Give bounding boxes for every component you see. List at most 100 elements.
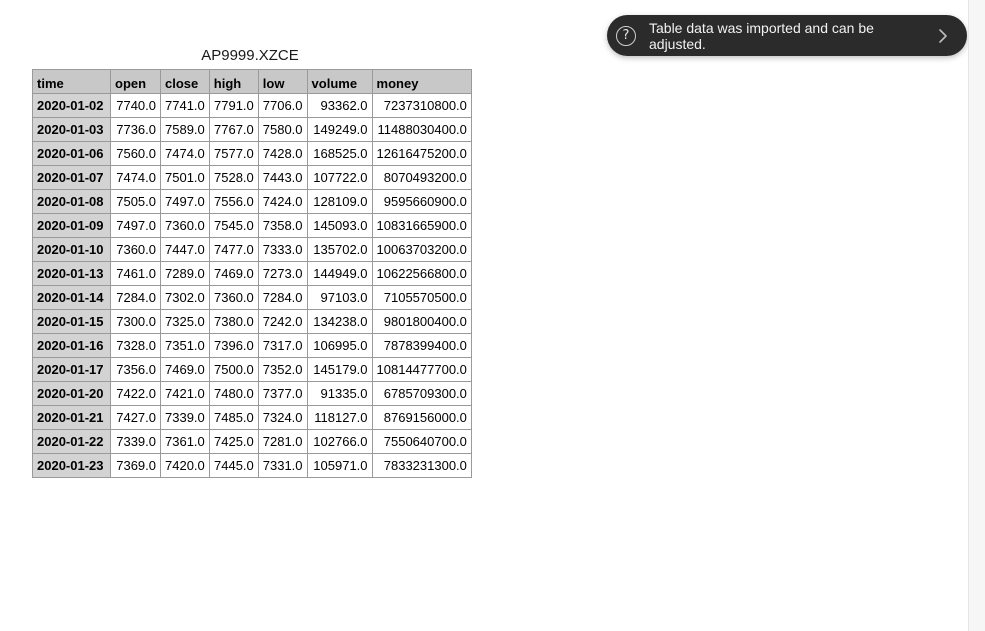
row-index-cell[interactable]: 2020-01-17: [32, 357, 111, 382]
table-cell-money[interactable]: 9801800400.0: [371, 309, 472, 334]
table-cell-low[interactable]: 7428.0: [257, 141, 308, 166]
table-cell-open[interactable]: 7360.0: [110, 237, 161, 262]
table-cell-close[interactable]: 7351.0: [160, 333, 210, 358]
table-cell-open[interactable]: 7736.0: [110, 117, 161, 142]
table-cell-close[interactable]: 7325.0: [160, 309, 210, 334]
table-cell-high[interactable]: 7528.0: [208, 165, 259, 190]
row-index-cell[interactable]: 2020-01-02: [32, 93, 111, 118]
table-cell-low[interactable]: 7580.0: [257, 117, 308, 142]
table-cell-close[interactable]: 7339.0: [160, 405, 210, 430]
table-cell-close[interactable]: 7741.0: [160, 93, 210, 118]
row-index-cell[interactable]: 2020-01-06: [32, 141, 111, 166]
table-cell-low[interactable]: 7424.0: [257, 189, 308, 214]
table-cell-open[interactable]: 7300.0: [110, 309, 161, 334]
table-cell-close[interactable]: 7447.0: [160, 237, 210, 262]
table-cell-close[interactable]: 7302.0: [160, 285, 210, 310]
table-cell-high[interactable]: 7396.0: [208, 333, 259, 358]
table-cell-high[interactable]: 7425.0: [208, 429, 259, 454]
table-cell-open[interactable]: 7474.0: [110, 165, 161, 190]
table-cell-low[interactable]: 7317.0: [257, 333, 308, 358]
column-header-open[interactable]: open: [110, 69, 161, 94]
row-index-cell[interactable]: 2020-01-21: [32, 405, 111, 430]
table-cell-low[interactable]: 7273.0: [257, 261, 308, 286]
table-cell-high[interactable]: 7480.0: [208, 381, 259, 406]
table-cell-close[interactable]: 7361.0: [160, 429, 210, 454]
table-cell-open[interactable]: 7461.0: [110, 261, 161, 286]
question-circle-icon[interactable]: ?: [616, 25, 636, 46]
table-cell-close[interactable]: 7289.0: [160, 261, 210, 286]
table-cell-high[interactable]: 7500.0: [208, 357, 259, 382]
row-index-cell[interactable]: 2020-01-14: [32, 285, 111, 310]
table-cell-volume[interactable]: 135702.0: [306, 237, 373, 262]
table-cell-low[interactable]: 7284.0: [257, 285, 308, 310]
table-cell-money[interactable]: 6785709300.0: [371, 381, 472, 406]
table-cell-low[interactable]: 7242.0: [257, 309, 308, 334]
table-cell-volume[interactable]: 106995.0: [306, 333, 373, 358]
row-index-cell[interactable]: 2020-01-09: [32, 213, 111, 238]
row-index-cell[interactable]: 2020-01-16: [32, 333, 111, 358]
table-cell-money[interactable]: 7550640700.0: [371, 429, 472, 454]
table-cell-open[interactable]: 7422.0: [110, 381, 161, 406]
table-cell-close[interactable]: 7589.0: [160, 117, 210, 142]
table-cell-money[interactable]: 7237310800.0: [371, 93, 472, 118]
table-cell-high[interactable]: 7556.0: [208, 189, 259, 214]
table-cell-open[interactable]: 7560.0: [110, 141, 161, 166]
row-index-cell[interactable]: 2020-01-03: [32, 117, 111, 142]
table-cell-close[interactable]: 7360.0: [160, 213, 210, 238]
table-cell-volume[interactable]: 118127.0: [306, 405, 373, 430]
table-cell-low[interactable]: 7358.0: [257, 213, 308, 238]
table-cell-money[interactable]: 10831665900.0: [371, 213, 472, 238]
table-cell-money[interactable]: 10622566800.0: [371, 261, 472, 286]
table-cell-close[interactable]: 7501.0: [160, 165, 210, 190]
table-cell-close[interactable]: 7420.0: [160, 453, 210, 478]
column-header-money[interactable]: money: [371, 69, 472, 94]
table-cell-open[interactable]: 7427.0: [110, 405, 161, 430]
table-cell-low[interactable]: 7706.0: [257, 93, 308, 118]
table-cell-money[interactable]: 11488030400.0: [371, 117, 472, 142]
table-cell-money[interactable]: 10063703200.0: [371, 237, 472, 262]
row-index-cell[interactable]: 2020-01-13: [32, 261, 111, 286]
table-cell-open[interactable]: 7369.0: [110, 453, 161, 478]
table-cell-money[interactable]: 9595660900.0: [371, 189, 472, 214]
column-header-time[interactable]: time: [32, 69, 111, 94]
row-index-cell[interactable]: 2020-01-15: [32, 309, 111, 334]
table-cell-volume[interactable]: 149249.0: [306, 117, 373, 142]
table-cell-low[interactable]: 7352.0: [257, 357, 308, 382]
table-cell-close[interactable]: 7474.0: [160, 141, 210, 166]
table-cell-volume[interactable]: 145093.0: [306, 213, 373, 238]
table-cell-volume[interactable]: 128109.0: [306, 189, 373, 214]
table-cell-money[interactable]: 8070493200.0: [371, 165, 472, 190]
table-cell-low[interactable]: 7281.0: [257, 429, 308, 454]
table-cell-close[interactable]: 7421.0: [160, 381, 210, 406]
table-cell-high[interactable]: 7360.0: [208, 285, 259, 310]
table-cell-volume[interactable]: 102766.0: [306, 429, 373, 454]
column-header-low[interactable]: low: [257, 69, 308, 94]
table-cell-low[interactable]: 7324.0: [257, 405, 308, 430]
table-cell-high[interactable]: 7545.0: [208, 213, 259, 238]
row-index-cell[interactable]: 2020-01-07: [32, 165, 111, 190]
table-cell-volume[interactable]: 107722.0: [306, 165, 373, 190]
table-cell-high[interactable]: 7767.0: [208, 117, 259, 142]
table-cell-low[interactable]: 7443.0: [257, 165, 308, 190]
row-index-cell[interactable]: 2020-01-10: [32, 237, 111, 262]
column-header-high[interactable]: high: [208, 69, 259, 94]
table-cell-low[interactable]: 7333.0: [257, 237, 308, 262]
table-cell-low[interactable]: 7377.0: [257, 381, 308, 406]
table-cell-open[interactable]: 7339.0: [110, 429, 161, 454]
table-cell-high[interactable]: 7469.0: [208, 261, 259, 286]
table-cell-high[interactable]: 7485.0: [208, 405, 259, 430]
table-cell-money[interactable]: 10814477700.0: [371, 357, 472, 382]
table-cell-volume[interactable]: 168525.0: [306, 141, 373, 166]
row-index-cell[interactable]: 2020-01-23: [32, 453, 111, 478]
table-cell-high[interactable]: 7577.0: [208, 141, 259, 166]
row-index-cell[interactable]: 2020-01-20: [32, 381, 111, 406]
table-cell-money[interactable]: 12616475200.0: [371, 141, 472, 166]
table-cell-high[interactable]: 7791.0: [208, 93, 259, 118]
table-cell-high[interactable]: 7445.0: [208, 453, 259, 478]
table-cell-open[interactable]: 7356.0: [110, 357, 161, 382]
table-cell-open[interactable]: 7284.0: [110, 285, 161, 310]
table-cell-high[interactable]: 7477.0: [208, 237, 259, 262]
table-cell-close[interactable]: 7469.0: [160, 357, 210, 382]
table-cell-volume[interactable]: 145179.0: [306, 357, 373, 382]
table-cell-money[interactable]: 7833231300.0: [371, 453, 472, 478]
